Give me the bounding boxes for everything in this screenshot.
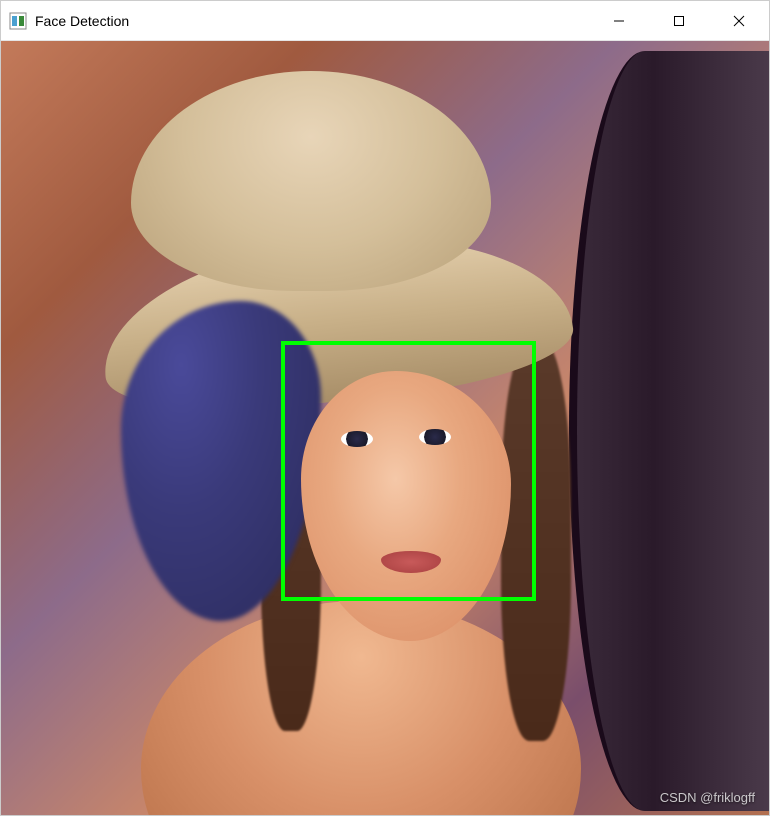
- titlebar[interactable]: Face Detection: [1, 1, 769, 41]
- maximize-button[interactable]: [649, 1, 709, 40]
- eye-shape: [419, 429, 451, 445]
- maximize-icon: [673, 15, 685, 27]
- mirror-shape: [569, 51, 769, 811]
- eye-shape: [341, 431, 373, 447]
- hat-crown-shape: [131, 71, 491, 291]
- image-viewport: CSDN @friklogff: [1, 41, 769, 815]
- hair-shape: [501, 341, 571, 741]
- displayed-image: CSDN @friklogff: [1, 41, 769, 815]
- window-title: Face Detection: [35, 13, 589, 29]
- app-window: Face Detection: [0, 0, 770, 816]
- minimize-button[interactable]: [589, 1, 649, 40]
- minimize-icon: [613, 15, 625, 27]
- window-controls: [589, 1, 769, 40]
- close-icon: [733, 15, 745, 27]
- image-background: [1, 41, 769, 815]
- close-button[interactable]: [709, 1, 769, 40]
- face-shape: [301, 371, 511, 641]
- app-icon: [9, 12, 27, 30]
